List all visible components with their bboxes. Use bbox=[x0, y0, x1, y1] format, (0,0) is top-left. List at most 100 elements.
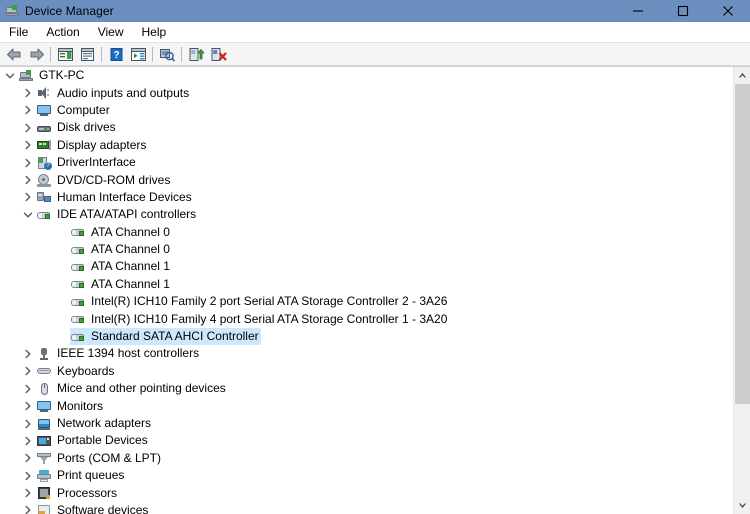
tree-item[interactable]: Disk drives bbox=[0, 119, 733, 136]
tree-item[interactable]: IDE ATA/ATAPI controllers bbox=[0, 206, 733, 223]
minimize-button[interactable] bbox=[615, 0, 660, 22]
tree-item-content[interactable]: Monitors bbox=[36, 398, 105, 415]
tree-item[interactable]: Intel(R) ICH10 Family 4 port Serial ATA … bbox=[0, 310, 733, 327]
chevron-down-icon[interactable] bbox=[20, 206, 36, 223]
tree-item[interactable]: Network adapters bbox=[0, 415, 733, 432]
tree-item-content[interactable]: Intel(R) ICH10 Family 2 port Serial ATA … bbox=[70, 293, 449, 310]
chevron-right-icon[interactable] bbox=[20, 380, 36, 397]
toolbar-separator bbox=[101, 46, 102, 62]
tree-item[interactable]: ATA Channel 0 bbox=[0, 241, 733, 258]
tree-item[interactable]: ? DriverInterface bbox=[0, 154, 733, 171]
chevron-right-icon[interactable] bbox=[20, 102, 36, 119]
tree-item-content[interactable]: Network adapters bbox=[36, 415, 153, 432]
tree-item-content[interactable]: Print queues bbox=[36, 467, 126, 484]
tree-item-content[interactable]: Keyboards bbox=[36, 363, 116, 380]
show-hide-action-pane-icon[interactable] bbox=[127, 44, 149, 65]
tree-item-label: Print queues bbox=[57, 468, 125, 483]
tree-item[interactable]: Computer bbox=[0, 102, 733, 119]
scroll-up-arrow-icon[interactable] bbox=[734, 67, 750, 84]
tree-item[interactable]: ATA Channel 1 bbox=[0, 258, 733, 275]
chevron-right-icon[interactable] bbox=[20, 363, 36, 380]
forward-arrow-icon[interactable] bbox=[25, 44, 47, 65]
scan-for-hardware-changes-icon[interactable] bbox=[156, 44, 178, 65]
tree-item[interactable]: ATA Channel 0 bbox=[0, 224, 733, 241]
show-hide-console-tree-icon[interactable] bbox=[54, 44, 76, 65]
menu-help[interactable]: Help bbox=[133, 22, 176, 42]
chevron-right-icon[interactable] bbox=[20, 137, 36, 154]
tree-item[interactable]: Processors bbox=[0, 484, 733, 501]
tree-item-content[interactable]: Intel(R) ICH10 Family 4 port Serial ATA … bbox=[70, 311, 449, 328]
chevron-right-icon[interactable] bbox=[20, 119, 36, 136]
tree-item[interactable]: Monitors bbox=[0, 397, 733, 414]
tree-item[interactable]: DVD/CD-ROM drives bbox=[0, 171, 733, 188]
uninstall-device-icon[interactable] bbox=[207, 44, 229, 65]
tree-item[interactable]: Ports (COM & LPT) bbox=[0, 450, 733, 467]
back-arrow-icon[interactable] bbox=[3, 44, 25, 65]
chevron-right-icon[interactable] bbox=[20, 189, 36, 206]
tree-item-label: Network adapters bbox=[57, 416, 152, 430]
tree-item[interactable]: Mice and other pointing devices bbox=[0, 380, 733, 397]
scroll-down-arrow-icon[interactable] bbox=[734, 497, 750, 514]
tree-item[interactable]: Software devices bbox=[0, 502, 733, 514]
tree-item-content[interactable]: Processors bbox=[36, 485, 119, 502]
tree-item-content[interactable]: Computer bbox=[36, 102, 112, 119]
chevron-right-icon[interactable] bbox=[20, 502, 36, 514]
tree-item[interactable]: Human Interface Devices bbox=[0, 189, 733, 206]
close-button[interactable] bbox=[705, 0, 750, 22]
tree-item[interactable]: GTK-PC bbox=[0, 67, 733, 84]
tree-item[interactable]: Keyboards bbox=[0, 363, 733, 380]
tree-item-content[interactable]: ATA Channel 0 bbox=[70, 241, 172, 258]
ide-controller-icon bbox=[70, 242, 86, 258]
tree-item-label: ATA Channel 0 bbox=[91, 224, 170, 239]
tree-item-content[interactable]: IDE ATA/ATAPI controllers bbox=[36, 206, 198, 223]
tree-item[interactable]: Standard SATA AHCI Controller bbox=[0, 328, 733, 346]
chevron-right-icon[interactable] bbox=[20, 398, 36, 415]
chevron-down-icon[interactable] bbox=[2, 67, 18, 84]
help-icon[interactable]: ? bbox=[105, 44, 127, 65]
tree-item[interactable]: IEEE 1394 host controllers bbox=[0, 345, 733, 362]
menu-action[interactable]: Action bbox=[37, 22, 88, 42]
tree-item[interactable]: Print queues bbox=[0, 467, 733, 484]
tree-item-content[interactable]: ? DriverInterface bbox=[36, 154, 138, 171]
tree-item-content[interactable]: Software devices bbox=[36, 502, 150, 514]
chevron-right-icon[interactable] bbox=[20, 172, 36, 189]
tree-item-content[interactable]: Human Interface Devices bbox=[36, 189, 194, 206]
chevron-right-icon[interactable] bbox=[20, 432, 36, 449]
tree-item-content[interactable]: Ports (COM & LPT) bbox=[36, 450, 163, 467]
tree-item-content[interactable]: ATA Channel 0 bbox=[70, 224, 172, 241]
tree-item-content[interactable]: ATA Channel 1 bbox=[70, 276, 172, 293]
chevron-right-icon[interactable] bbox=[20, 467, 36, 484]
tree-item-content[interactable]: Display adapters bbox=[36, 137, 148, 154]
tree-item-content[interactable]: Mice and other pointing devices bbox=[36, 380, 228, 397]
tree-item-content[interactable]: ATA Channel 1 bbox=[70, 258, 172, 275]
tree-item-content[interactable]: Audio inputs and outputs bbox=[36, 85, 191, 102]
tree-item[interactable]: Intel(R) ICH10 Family 2 port Serial ATA … bbox=[0, 293, 733, 310]
chevron-right-icon[interactable] bbox=[20, 415, 36, 432]
properties-icon[interactable] bbox=[76, 44, 98, 65]
tree-item-content[interactable]: Portable Devices bbox=[36, 432, 150, 449]
scrollbar-thumb[interactable] bbox=[735, 84, 750, 404]
vertical-scrollbar[interactable] bbox=[733, 67, 750, 514]
tree-item[interactable]: ATA Channel 1 bbox=[0, 276, 733, 293]
disk-drive-icon bbox=[36, 120, 52, 136]
tree-item[interactable]: Audio inputs and outputs bbox=[0, 84, 733, 101]
tree-item-selected[interactable]: Standard SATA AHCI Controller bbox=[70, 328, 261, 346]
tree-item-content[interactable]: IEEE 1394 host controllers bbox=[36, 345, 201, 362]
chevron-right-icon[interactable] bbox=[20, 85, 36, 102]
chevron-right-icon[interactable] bbox=[20, 450, 36, 467]
update-driver-icon[interactable] bbox=[185, 44, 207, 65]
tree-item[interactable]: Portable Devices bbox=[0, 432, 733, 449]
chevron-right-icon[interactable] bbox=[20, 345, 36, 362]
maximize-button[interactable] bbox=[660, 0, 705, 22]
device-tree[interactable]: GTK-PC Audio inputs and outputs Computer Di… bbox=[0, 67, 733, 514]
menu-file[interactable]: File bbox=[0, 22, 37, 42]
driver-interface-icon: ? bbox=[36, 155, 52, 171]
tree-item-content[interactable]: DVD/CD-ROM drives bbox=[36, 172, 172, 189]
tree-item-content[interactable]: GTK-PC bbox=[18, 67, 86, 84]
chevron-right-icon[interactable] bbox=[20, 154, 36, 171]
menu-view[interactable]: View bbox=[89, 22, 133, 42]
tree-item[interactable]: Display adapters bbox=[0, 137, 733, 154]
tree-item-content[interactable]: Disk drives bbox=[36, 119, 118, 136]
chevron-right-icon[interactable] bbox=[20, 485, 36, 502]
